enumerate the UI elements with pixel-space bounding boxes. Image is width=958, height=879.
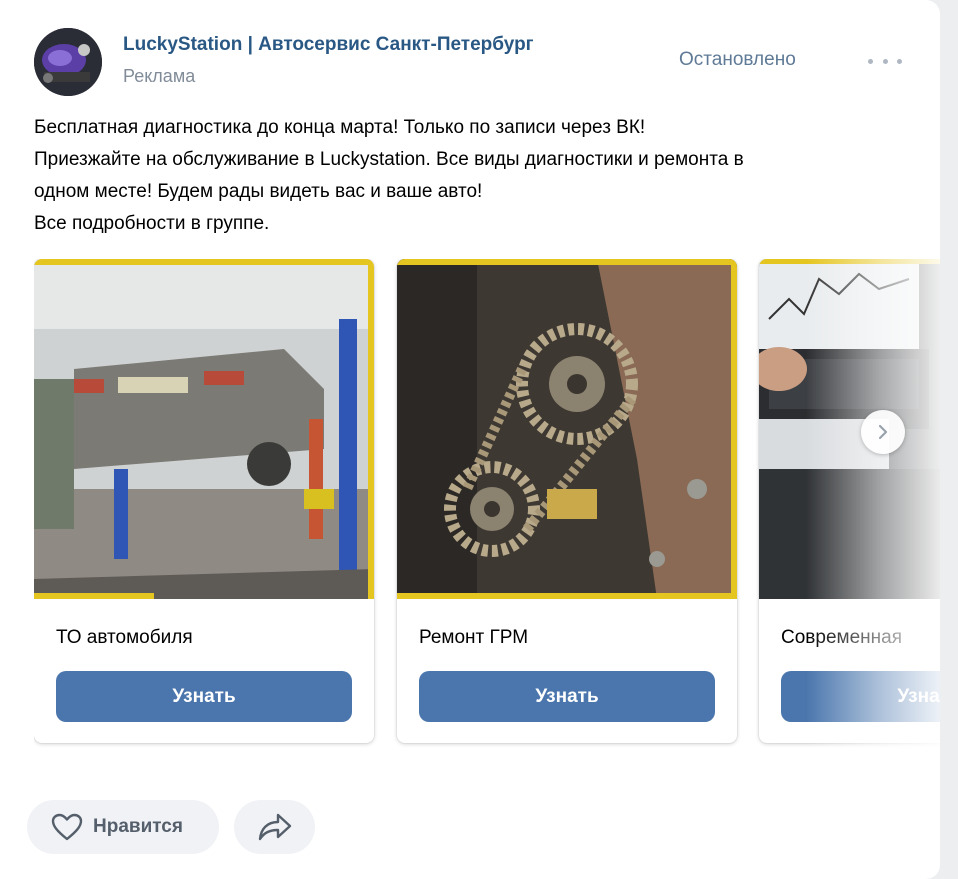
heart-icon	[51, 813, 83, 841]
chevron-right-icon[interactable]	[861, 410, 905, 454]
feed-post: LuckyStation | Автосервис Санкт-Петербур…	[0, 0, 940, 879]
learn-more-button[interactable]: Узнать	[56, 671, 352, 722]
share-button[interactable]	[234, 800, 315, 854]
carousel-card[interactable]: Современная Узнать	[759, 259, 940, 743]
post-text-line: одном месте! Будем рады видеть вас и ваш…	[34, 181, 483, 202]
author-name[interactable]: LuckyStation | Автосервис Санкт-Петербур…	[123, 34, 534, 56]
ad-carousel: ТО автомобиля Узнать Ремонт ГРМ Узнать С…	[34, 259, 940, 759]
post-text-line: Все подробности в группе.	[34, 213, 270, 234]
carousel-card[interactable]: Ремонт ГРМ Узнать	[397, 259, 737, 743]
post-text: Бесплатная диагностика до конца марта! Т…	[34, 112, 914, 240]
carousel-card[interactable]: ТО автомобиля Узнать	[34, 259, 374, 743]
share-icon	[258, 813, 291, 841]
like-button[interactable]: Нравится	[27, 800, 219, 854]
card-title: ТО автомобиля	[56, 627, 193, 648]
author-avatar[interactable]	[34, 28, 102, 96]
more-options-icon[interactable]	[868, 51, 902, 71]
card-title: Современная	[781, 627, 902, 648]
card-title: Ремонт ГРМ	[419, 627, 529, 648]
like-label: Нравится	[93, 816, 183, 837]
learn-more-button[interactable]: Узнать	[781, 671, 940, 722]
ad-label: Реклама	[123, 66, 196, 86]
post-text-line: Приезжайте на обслуживание в Luckystatio…	[34, 149, 744, 170]
ad-status: Остановлено	[679, 49, 796, 70]
laptop-diagnostics-photo[interactable]	[759, 259, 940, 599]
learn-more-button[interactable]: Узнать	[419, 671, 715, 722]
post-text-line: Бесплатная диагностика до конца марта! Т…	[34, 117, 646, 138]
timing-chain-photo[interactable]	[397, 259, 737, 599]
car-on-lift-photo[interactable]	[34, 259, 374, 599]
